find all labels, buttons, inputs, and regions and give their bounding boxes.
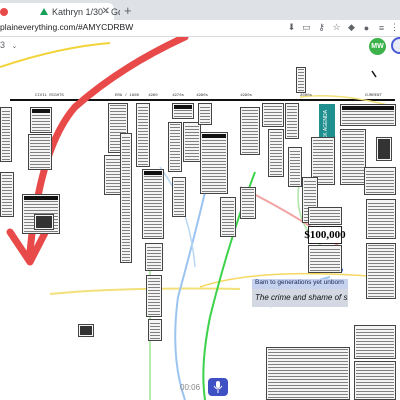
- news-clipping[interactable]: [0, 107, 12, 162]
- news-clipping[interactable]: [145, 243, 163, 271]
- timeline-label: 1960: [148, 94, 158, 98]
- timeline-label: ERA / 1960: [115, 94, 140, 98]
- mic-button[interactable]: [208, 378, 228, 396]
- photo-clipping[interactable]: [34, 214, 54, 230]
- article-clipping[interactable]: [266, 347, 350, 400]
- tab-bar: ✕ Kathryn 1/30 - Google Drive ✕ +: [0, 0, 400, 20]
- profile-icon[interactable]: ●: [361, 22, 372, 33]
- news-clipping[interactable]: [354, 361, 396, 400]
- news-clipping[interactable]: [198, 103, 212, 125]
- news-clipping[interactable]: [308, 245, 342, 273]
- news-clipping[interactable]: [183, 122, 201, 162]
- news-clipping[interactable]: [28, 134, 52, 170]
- news-clipping[interactable]: [240, 187, 256, 219]
- news-clipping[interactable]: [146, 275, 162, 317]
- note-card-blue[interactable]: Bam to generations yet unborn: [252, 279, 348, 289]
- news-clipping[interactable]: [285, 103, 299, 139]
- timeline-label: CURRENT: [365, 94, 382, 98]
- news-clipping[interactable]: [172, 103, 194, 119]
- chevron-down-icon[interactable]: ⌄: [12, 43, 18, 50]
- note-card-gray[interactable]: The crime and shame of stupidity: [252, 289, 348, 307]
- star-icon[interactable]: ☆: [331, 22, 342, 33]
- cast-icon[interactable]: ▭: [301, 22, 312, 33]
- news-clipping[interactable]: [340, 129, 366, 185]
- news-clipping[interactable]: [30, 107, 52, 133]
- news-clipping[interactable]: [364, 167, 396, 195]
- news-clipping[interactable]: [136, 103, 150, 167]
- extension-icon[interactable]: ◆: [346, 22, 357, 33]
- timeline-label: 2000s: [300, 94, 313, 98]
- mic-icon: [213, 381, 223, 393]
- headline-clipping[interactable]: $100,000: [304, 226, 346, 244]
- news-clipping[interactable]: [200, 132, 228, 194]
- google-drive-icon: [40, 8, 48, 15]
- news-clipping[interactable]: [366, 243, 396, 299]
- timeline-label: CIVIL RIGHTS: [35, 94, 64, 98]
- news-clipping[interactable]: [148, 319, 162, 341]
- news-clipping[interactable]: [366, 199, 396, 239]
- page-number: 3: [0, 40, 6, 50]
- news-clipping[interactable]: [262, 103, 284, 127]
- key-icon[interactable]: ⚷: [316, 22, 327, 33]
- news-clipping[interactable]: [296, 67, 306, 93]
- tab-google-drive-label: Kathryn 1/30 - Google Drive: [52, 6, 120, 17]
- photo-clipping[interactable]: [354, 325, 396, 359]
- news-clipping[interactable]: [120, 133, 132, 263]
- app-icon: [0, 7, 8, 16]
- photo-clipping[interactable]: [376, 137, 392, 161]
- tab-google-drive[interactable]: Kathryn 1/30 - Google Drive ✕: [36, 3, 120, 20]
- timeline-label: 1970s: [172, 94, 185, 98]
- news-clipping[interactable]: [220, 197, 236, 237]
- cursor-mark: [371, 70, 377, 78]
- news-clipping[interactable]: [308, 207, 342, 225]
- news-clipping[interactable]: [142, 169, 164, 239]
- page-indicator[interactable]: 3 ⌄: [0, 40, 17, 50]
- photo-clipping[interactable]: [78, 324, 94, 337]
- new-tab-button[interactable]: +: [124, 3, 132, 18]
- avatar[interactable]: MW: [369, 38, 386, 55]
- menu-icon[interactable]: ⋮: [389, 22, 400, 33]
- news-clipping[interactable]: [172, 177, 186, 217]
- news-clipping[interactable]: [340, 104, 396, 126]
- reading-list-icon[interactable]: ≡: [376, 22, 387, 33]
- news-clipping[interactable]: [168, 122, 182, 172]
- timeline-label: 1980s: [196, 94, 209, 98]
- news-clipping[interactable]: [0, 172, 14, 217]
- news-clipping[interactable]: [268, 129, 284, 177]
- news-clipping[interactable]: [240, 107, 260, 155]
- news-clipping[interactable]: [288, 147, 302, 187]
- timeline-label: 1990s: [240, 94, 253, 98]
- whiteboard-canvas[interactable]: CIVIL RIGHTS ERA / 1960 1960 1970s 1980s…: [0, 37, 400, 400]
- video-timestamp: 00:06: [180, 383, 201, 392]
- yellow-stroke: [49, 287, 241, 295]
- url-text[interactable]: plaineverything.com/#AMYCDRBW: [0, 22, 133, 32]
- download-icon[interactable]: ⬇: [286, 22, 297, 33]
- address-bar[interactable]: plaineverything.com/#AMYCDRBW ⬇ ▭ ⚷ ☆ ◆ …: [0, 20, 400, 37]
